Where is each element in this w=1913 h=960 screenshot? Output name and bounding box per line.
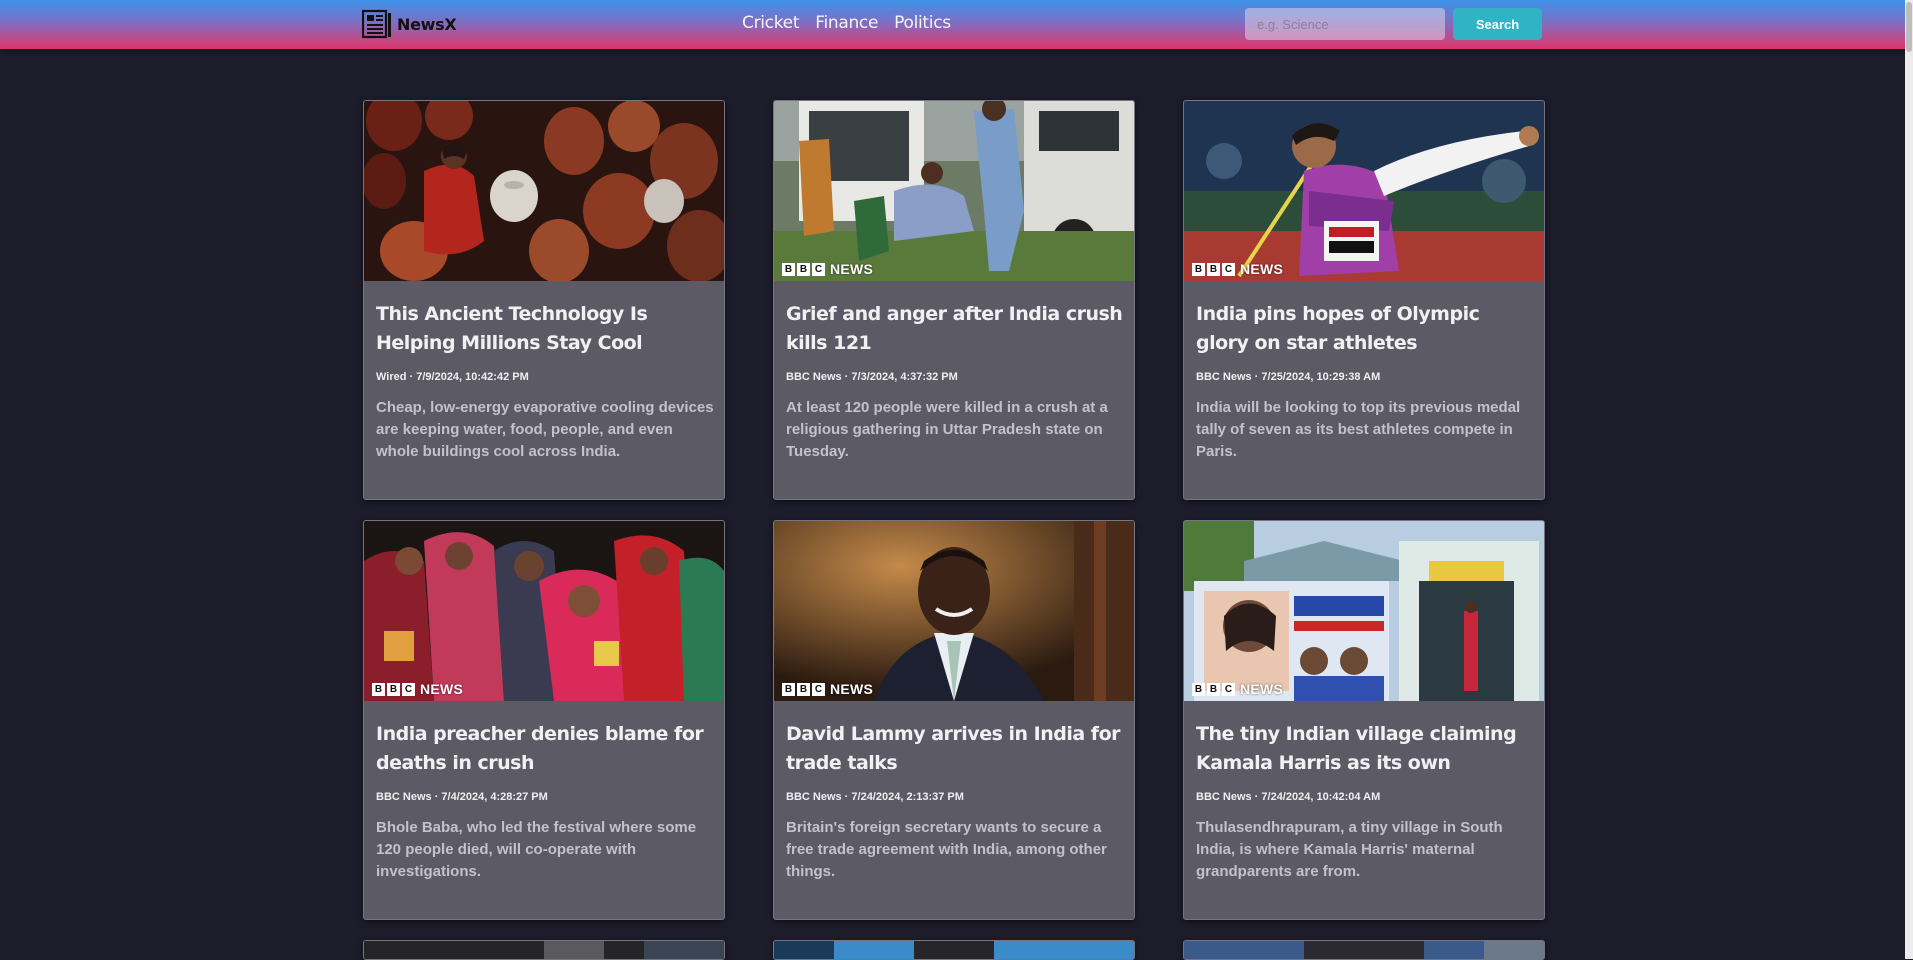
news-card[interactable]: BBC NEWS David Lammy arrives in India fo… [773,520,1135,920]
navbar: NewsX Cricket Finance Politics Search [0,0,1913,49]
article-meta: Wired · 7/9/2024, 10:42:42 PM [376,371,529,383]
article-description: India will be looking to top its previou… [1196,399,1521,460]
article-description: Bhole Baba, who led the festival where s… [376,819,697,880]
brand[interactable]: NewsX [362,9,457,39]
news-card-partial[interactable] [773,940,1135,960]
bbc-news-watermark: BBC NEWS [1192,261,1283,277]
javelin-athlete-image[interactable]: BBC NEWS [1184,101,1544,281]
brand-name[interactable]: NewsX [397,15,457,34]
article-image-partial[interactable] [364,941,724,960]
nav-links: Cricket Finance Politics [742,13,951,33]
village-banner-image[interactable]: BBC NEWS [1184,521,1544,701]
newspaper-icon [362,9,391,39]
crush-grief-image[interactable]: BBC NEWS [774,101,1134,281]
news-card[interactable]: This Ancient Technology Is Helping Milli… [363,100,725,500]
article-description: Cheap, low-energy evaporative cooling de… [376,399,714,460]
news-card[interactable]: BBC NEWS Grief and anger after India cru… [773,100,1135,500]
article-title[interactable]: This Ancient Technology Is Helping Milli… [376,300,714,358]
article-meta: BBC News · 7/3/2024, 4:37:32 PM [786,371,958,383]
search-input[interactable] [1245,8,1445,40]
article-description: At least 120 people were killed in a cru… [786,399,1108,460]
article-title[interactable]: David Lammy arrives in India for trade t… [786,720,1124,778]
article-description: Britain's foreign secretary wants to sec… [786,819,1107,880]
nav-link-politics[interactable]: Politics [894,13,951,33]
article-title[interactable]: The tiny Indian village claiming Kamala … [1196,720,1534,778]
article-image-partial[interactable] [774,941,1134,960]
scrollbar[interactable] [1905,0,1913,959]
bbc-news-watermark: BBC NEWS [372,681,463,697]
article-title[interactable]: India pins hopes of Olympic glory on sta… [1196,300,1534,358]
news-card[interactable]: BBC NEWS India preacher denies blame for… [363,520,725,920]
article-description: Thulasendhrapuram, a tiny village in Sou… [1196,819,1503,880]
article-title[interactable]: India preacher denies blame for deaths i… [376,720,714,778]
article-image-partial[interactable] [1184,941,1544,960]
bbc-news-watermark: BBC NEWS [1192,681,1283,697]
article-meta: BBC News · 7/25/2024, 10:29:38 AM [1196,371,1381,383]
article-meta: BBC News · 7/24/2024, 2:13:37 PM [786,791,964,803]
article-meta: BBC News · 7/4/2024, 4:28:27 PM [376,791,548,803]
clay-pots-image[interactable] [364,101,724,281]
news-card-partial[interactable] [363,940,725,960]
news-card-partial[interactable] [1183,940,1545,960]
news-card[interactable]: BBC NEWS India pins hopes of Olympic glo… [1183,100,1545,500]
bbc-news-watermark: BBC NEWS [782,261,873,277]
mourning-women-image[interactable]: BBC NEWS [364,521,724,701]
suited-man-portrait-image[interactable]: BBC NEWS [774,521,1134,701]
bbc-news-watermark: BBC NEWS [782,681,873,697]
nav-link-finance[interactable]: Finance [815,13,878,33]
article-meta: BBC News · 7/24/2024, 10:42:04 AM [1196,791,1381,803]
article-title[interactable]: Grief and anger after India crush kills … [786,300,1124,358]
nav-link-cricket[interactable]: Cricket [742,13,800,33]
news-card[interactable]: BBC NEWS The tiny Indian village claimin… [1183,520,1545,920]
search-button[interactable]: Search [1453,8,1542,40]
scrollbar-thumb[interactable] [1906,2,1912,52]
